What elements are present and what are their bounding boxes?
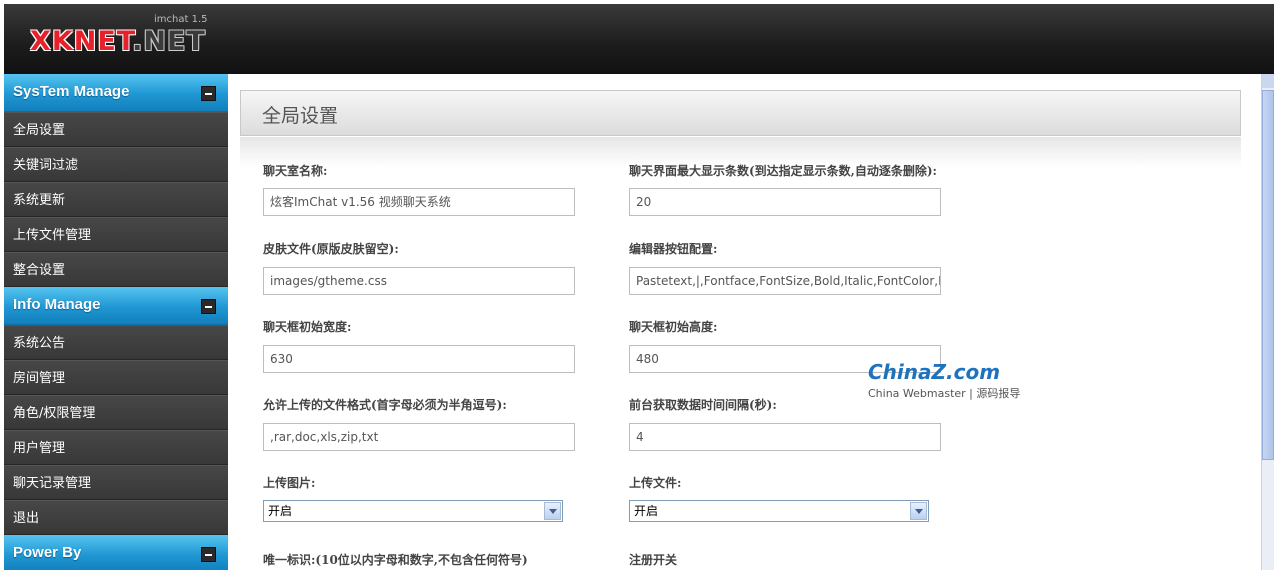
chevron-down-icon[interactable]	[544, 502, 561, 520]
page-title: 全局设置	[262, 105, 339, 127]
section-header-power[interactable]: Power By	[4, 535, 228, 570]
section-header-system[interactable]: SysTem Manage	[4, 74, 228, 112]
scroll-up-button[interactable]	[1262, 74, 1274, 88]
scroll-thumb[interactable]	[1262, 90, 1274, 460]
upload-image-select[interactable]: 开启	[263, 500, 563, 522]
editor-buttons-label: 编辑器按钮配置:	[629, 242, 718, 256]
section-title: SysTem Manage	[13, 83, 130, 100]
editor-buttons-input[interactable]: Pastetext,|,Fontface,FontSize,Bold,Itali…	[629, 267, 941, 295]
section-title: Power By	[13, 544, 82, 561]
watermark-logo: ChinaZ.com China Webmaster | 源码报导	[868, 360, 1020, 401]
collapse-icon[interactable]	[201, 547, 216, 562]
app-window: imchat 1.5 XKNET.NET SysTem Manage 全局设置 …	[4, 4, 1274, 570]
init-height-label: 聊天框初始高度:	[629, 320, 718, 334]
upload-image-label: 上传图片:	[263, 476, 316, 490]
logo: XKNET.NET	[30, 26, 206, 57]
skin-file-label: 皮肤文件(原版皮肤留空):	[263, 242, 399, 256]
sidebar-item-chat-logs[interactable]: 聊天记录管理	[4, 465, 228, 500]
chatroom-name-label: 聊天室名称:	[263, 164, 328, 178]
collapse-icon[interactable]	[201, 86, 216, 101]
selected-value: 开启	[268, 504, 293, 518]
section-title: Info Manage	[13, 296, 101, 313]
max-messages-input[interactable]: 20	[629, 188, 941, 216]
sidebar-item-users[interactable]: 用户管理	[4, 430, 228, 465]
fetch-interval-label: 前台获取数据时间间隔(秒):	[629, 398, 777, 412]
sidebar-item-system-update[interactable]: 系统更新	[4, 182, 228, 217]
max-messages-label: 聊天界面最大显示条数(到达指定显示条数,自动逐条删除):	[629, 164, 937, 178]
sidebar-item-logout[interactable]: 退出	[4, 500, 228, 535]
init-width-input[interactable]: 630	[263, 345, 575, 373]
upload-formats-label: 允许上传的文件格式(首字母必须为半角逗号):	[263, 398, 507, 412]
watermark-brand: ChinaZ.com	[868, 360, 1001, 384]
sidebar-item-integration[interactable]: 整合设置	[4, 252, 228, 287]
upload-file-select[interactable]: 开启	[629, 500, 929, 522]
sidebar-item-roles[interactable]: 角色/权限管理	[4, 395, 228, 430]
section-header-info[interactable]: Info Manage	[4, 287, 228, 325]
watermark-sub: China Webmaster | 源码报导	[868, 387, 1021, 400]
fetch-interval-input[interactable]: 4	[629, 423, 941, 451]
main-content: 全局设置 聊天室名称: 炫客ImChat v1.56 视频聊天系统 聊天界面最大…	[228, 74, 1274, 570]
chatroom-name-input[interactable]: 炫客ImChat v1.56 视频聊天系统	[263, 188, 575, 216]
upload-file-label: 上传文件:	[629, 476, 682, 490]
selected-value: 开启	[634, 504, 659, 518]
page-title-bar: 全局设置	[240, 90, 1241, 136]
sidebar-item-keyword-filter[interactable]: 关键词过滤	[4, 147, 228, 182]
upload-formats-input[interactable]: ,rar,doc,xls,zip,txt	[263, 423, 575, 451]
sidebar-item-global-settings[interactable]: 全局设置	[4, 112, 228, 147]
register-switch-label: 注册开关	[629, 553, 678, 567]
chevron-down-icon[interactable]	[910, 502, 927, 520]
header: imchat 1.5 XKNET.NET	[4, 4, 1274, 74]
vertical-scrollbar[interactable]	[1261, 74, 1274, 570]
collapse-icon[interactable]	[201, 299, 216, 314]
init-width-label: 聊天框初始宽度:	[263, 320, 352, 334]
sidebar-item-announcements[interactable]: 系统公告	[4, 325, 228, 360]
sidebar-item-rooms[interactable]: 房间管理	[4, 360, 228, 395]
sidebar-item-upload-files[interactable]: 上传文件管理	[4, 217, 228, 252]
sidebar: SysTem Manage 全局设置 关键词过滤 系统更新 上传文件管理 整合设…	[4, 74, 228, 570]
logo-version: imchat 1.5	[154, 14, 208, 25]
skin-file-input[interactable]: images/gtheme.css	[263, 267, 575, 295]
unique-id-label: 唯一标识:(10位以内字母和数字,不包含任何符号)	[263, 553, 528, 567]
